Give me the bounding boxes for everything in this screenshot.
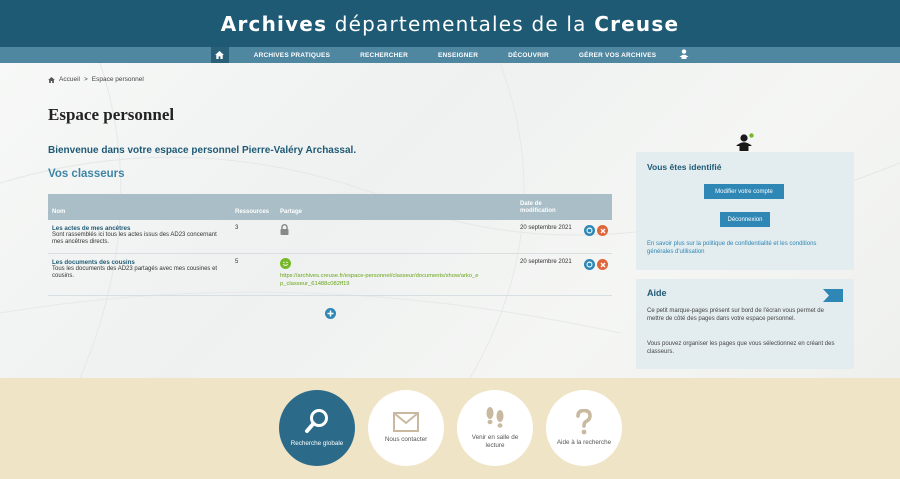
main-nav: ARCHIVES PRATIQUES RECHERCHER ENSEIGNER … (0, 47, 900, 63)
row-actions (584, 259, 608, 270)
delete-icon (600, 262, 605, 267)
question-icon (576, 409, 592, 435)
footer: Recherche globale Nous contacter Venir e… (0, 378, 900, 479)
header-ressources: Ressources (235, 209, 270, 215)
help-paragraph-1: Ce petit marque-pages présent sur bord d… (647, 308, 824, 322)
page-title: Espace personnel (48, 105, 175, 124)
header-nom: Nom (52, 209, 66, 215)
user-icon (736, 133, 754, 151)
edit-button[interactable] (584, 225, 595, 236)
delete-button[interactable] (597, 225, 608, 236)
site-title-bold-1: Archives (220, 11, 328, 36)
help-panel: Aide Ce petit marque-pages présent sur b… (636, 279, 854, 369)
search-icon (305, 409, 328, 433)
footsteps-icon (486, 407, 504, 428)
classeur-resources-count: 3 (235, 225, 239, 231)
delete-button[interactable] (597, 259, 608, 270)
breadcrumb-current: Espace personnel (91, 76, 144, 83)
identity-title: Vous êtes identifié (647, 162, 722, 172)
contact-label: Nous contacter (384, 436, 428, 443)
home-icon (215, 51, 225, 59)
site-title-light: départementales de la (334, 11, 587, 36)
bookmark-flag-icon (823, 289, 843, 302)
share-link[interactable]: https://archives.creuse.fr/espace-person… (280, 273, 480, 288)
site-title[interactable]: Archives départementales de la Creuse (221, 12, 679, 36)
row-actions (584, 225, 608, 236)
research-help-label: Aide à la recherche (556, 439, 612, 446)
classeurs-table: Nom Ressources Partage Date de modificat… (48, 194, 612, 296)
table-row: Les documents des cousins Tous les docum… (48, 254, 612, 296)
edit-icon (586, 261, 593, 268)
modify-account-button[interactable]: Modifier votre compte (704, 184, 784, 199)
share-status[interactable] (280, 258, 291, 269)
classeur-name-link[interactable]: Les documents des cousins (52, 259, 135, 266)
identity-panel: Vous êtes identifié Modifier votre compt… (636, 152, 854, 270)
site-header: Archives départementales de la Creuse (0, 0, 900, 47)
smile-icon (280, 258, 291, 269)
breadcrumb: Accueil > Espace personnel (48, 76, 144, 83)
welcome-message: Bienvenue dans votre espace personnel Pi… (48, 145, 357, 156)
nav-item-gerer-vos-archives[interactable]: GÉRER VOS ARCHIVES (579, 52, 656, 59)
home-icon (48, 76, 55, 83)
classeur-name-link[interactable]: Les actes de mes ancêtres (52, 225, 130, 232)
help-paragraph-2: Vous pouvez organiser les pages que vous… (647, 341, 835, 355)
global-search-button[interactable]: Recherche globale (279, 390, 355, 466)
breadcrumb-home[interactable]: Accueil (59, 76, 80, 83)
section-title-classeurs: Vos classeurs (48, 168, 125, 180)
classeur-date: 20 septembre 2021 (520, 259, 572, 265)
nav-home[interactable] (210, 47, 229, 63)
nav-item-decouvrir[interactable]: DÉCOUVRIR (508, 52, 549, 59)
header-partage: Partage (280, 209, 303, 215)
classeur-date: 20 septembre 2021 (520, 225, 572, 231)
table-header: Nom Ressources Partage Date de modificat… (48, 194, 612, 220)
user-icon (679, 49, 689, 59)
visit-label: Venir en salle de lecture (471, 434, 519, 449)
table-row: Les actes de mes ancêtres Sont rassemblé… (48, 220, 612, 254)
delete-icon (600, 228, 605, 233)
classeur-description: Sont rassemblés ici tous les actes issus… (52, 232, 217, 245)
edit-button[interactable] (584, 259, 595, 270)
header-date: Date de modification (520, 201, 556, 214)
add-icon (327, 310, 334, 317)
research-help-button[interactable]: Aide à la recherche (546, 390, 622, 466)
classeur-resources-count: 5 (235, 259, 239, 265)
breadcrumb-separator: > (83, 76, 88, 83)
add-classeur-button[interactable] (325, 308, 336, 319)
mail-icon (393, 412, 419, 432)
share-status[interactable] (280, 224, 289, 237)
nav-item-rechercher[interactable]: RECHERCHER (360, 52, 408, 59)
nav-item-archives-pratiques[interactable]: ARCHIVES PRATIQUES (254, 52, 330, 59)
help-title: Aide (647, 288, 667, 298)
logout-button[interactable]: Déconnexion (720, 212, 770, 227)
nav-user-button[interactable] (679, 46, 689, 64)
edit-icon (586, 227, 593, 234)
nav-item-enseigner[interactable]: ENSEIGNER (438, 52, 478, 59)
contact-button[interactable]: Nous contacter (368, 390, 444, 466)
classeur-description: Tous les documents des AD23 partagés ave… (52, 266, 218, 279)
global-search-label: Recherche globale (290, 440, 344, 447)
site-title-bold-2: Creuse (594, 11, 680, 36)
privacy-link[interactable]: En savoir plus sur la politique de confi… (647, 240, 837, 256)
visit-button[interactable]: Venir en salle de lecture (457, 390, 533, 466)
lock-icon (280, 224, 289, 235)
